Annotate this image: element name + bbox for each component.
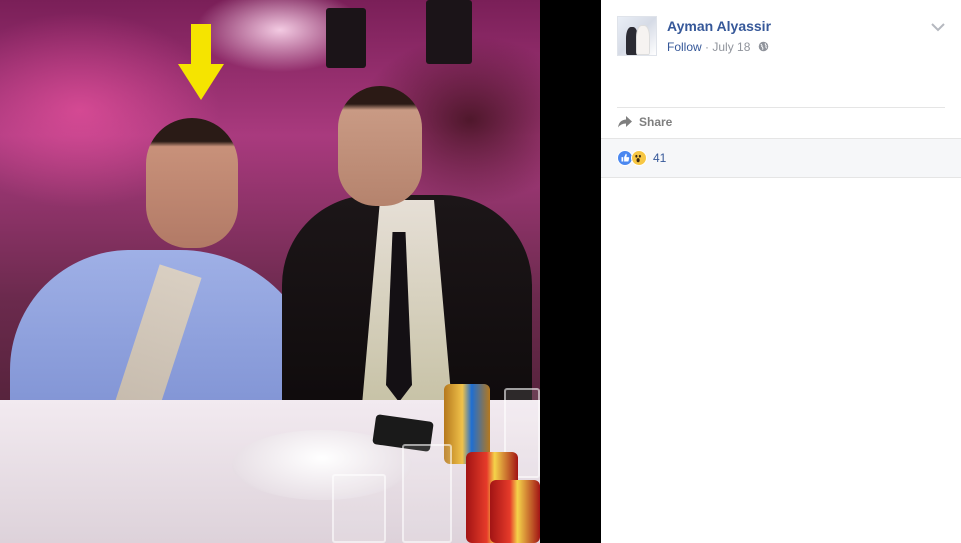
post-side-panel: Ayman Alyassir Follow · July 18 Share 41 [601, 0, 961, 543]
meta-separator: · [705, 40, 710, 54]
divider [617, 107, 945, 108]
chevron-down-icon[interactable] [929, 20, 947, 34]
globe-icon [758, 41, 769, 52]
speaker [426, 0, 472, 64]
reaction-count[interactable]: 41 [653, 151, 666, 165]
wow-reaction-icon [631, 150, 647, 166]
reactions-bar[interactable]: 41 [601, 138, 961, 178]
post-meta: Follow · July 18 [667, 40, 769, 54]
person-left-head [146, 118, 238, 248]
wow-face-icon [635, 154, 641, 163]
thumbs-up-icon [621, 153, 630, 162]
share-button[interactable]: Share [617, 114, 817, 132]
glass [332, 474, 386, 543]
post-date[interactable]: July 18 [712, 40, 750, 54]
glass [402, 444, 452, 543]
drink-can [490, 480, 540, 543]
person-right-head [338, 86, 422, 206]
share-label: Share [639, 115, 673, 129]
post-header: Ayman Alyassir Follow · July 18 [617, 16, 947, 58]
avatar-figure [636, 25, 650, 55]
avatar[interactable] [617, 16, 657, 56]
yellow-down-arrow-icon [178, 24, 224, 100]
photo-stage [0, 0, 601, 543]
follow-link[interactable]: Follow [667, 40, 702, 54]
share-arrow-icon [618, 116, 632, 128]
post-photo[interactable] [0, 0, 540, 543]
speaker [326, 8, 366, 68]
author-name[interactable]: Ayman Alyassir [667, 18, 771, 34]
